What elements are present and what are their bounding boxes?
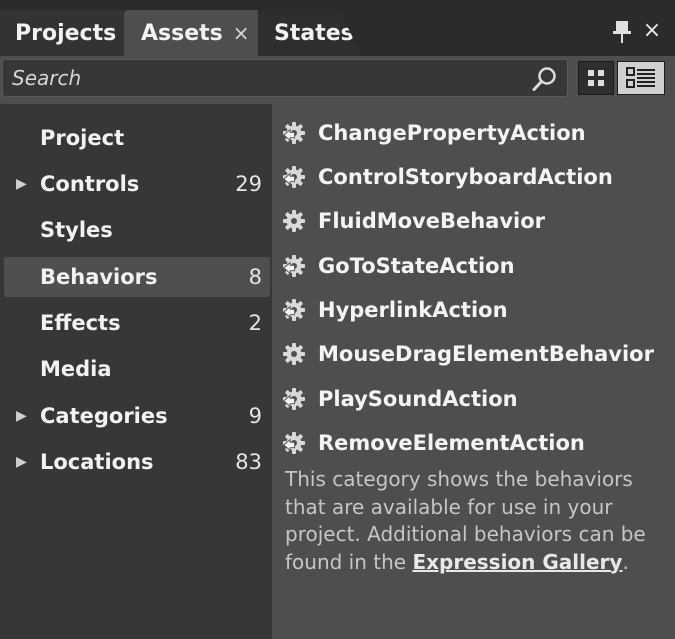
action-gear-icon <box>282 431 306 455</box>
category-count: 29 <box>235 172 262 196</box>
category-label: Controls <box>40 172 140 196</box>
search-input[interactable] <box>2 59 568 97</box>
category-count: 9 <box>248 404 262 428</box>
category-item-controls[interactable]: ▶ Controls 29 <box>4 164 270 204</box>
asset-item[interactable]: RemoveElementAction <box>282 426 585 460</box>
pin-icon[interactable] <box>612 20 632 44</box>
category-item-media[interactable]: Media <box>4 349 270 389</box>
list-view-icon <box>626 67 655 88</box>
category-list: Project ▶ Controls 29 Styles Behaviors 8… <box>0 104 272 639</box>
category-label: Effects <box>40 311 121 335</box>
category-label: Behaviors <box>40 265 158 289</box>
tab-projects-label: Projects <box>15 20 117 46</box>
tab-assets-label: Assets <box>141 20 223 46</box>
tab-projects[interactable]: Projects <box>0 10 124 56</box>
asset-label: GoToStateAction <box>318 254 515 278</box>
tab-states-label: States <box>274 20 354 46</box>
category-label: Media <box>40 357 112 381</box>
expand-arrow-icon[interactable]: ▶ <box>16 454 27 470</box>
action-gear-icon <box>282 387 306 411</box>
grid-view-button[interactable] <box>578 61 614 95</box>
category-label: Locations <box>40 450 154 474</box>
asset-item[interactable]: MouseDragElementBehavior <box>282 337 654 371</box>
behavior-gear-icon <box>283 343 305 365</box>
category-label: Categories <box>40 404 168 428</box>
category-item-categories[interactable]: ▶ Categories 9 <box>4 396 270 436</box>
category-item-project[interactable]: Project <box>4 118 270 158</box>
category-count: 2 <box>248 311 262 335</box>
category-item-locations[interactable]: ▶ Locations 83 <box>4 442 270 482</box>
asset-label: MouseDragElementBehavior <box>318 342 654 366</box>
category-label: Styles <box>40 218 113 242</box>
expand-arrow-icon[interactable]: ▶ <box>16 176 27 192</box>
asset-label: RemoveElementAction <box>318 431 585 455</box>
category-count: 8 <box>248 265 262 289</box>
asset-item[interactable]: PlaySoundAction <box>282 382 518 416</box>
category-item-styles[interactable]: Styles <box>4 210 270 250</box>
asset-item[interactable]: FluidMoveBehavior <box>282 204 545 238</box>
action-gear-icon <box>282 165 306 189</box>
asset-item[interactable]: GoToStateAction <box>282 249 515 283</box>
action-gear-icon <box>282 254 306 278</box>
asset-label: PlaySoundAction <box>318 387 518 411</box>
category-description: This category shows the behaviors that a… <box>285 466 667 576</box>
asset-list: ChangePropertyAction ControlStoryboardAc… <box>272 104 675 639</box>
category-item-effects[interactable]: Effects 2 <box>4 303 270 343</box>
assets-panel: Projects Assets × States × Search Projec… <box>0 0 675 639</box>
asset-label: ChangePropertyAction <box>318 121 586 145</box>
list-view-button[interactable] <box>617 61 665 95</box>
search-icon[interactable] <box>532 66 558 92</box>
asset-item[interactable]: ControlStoryboardAction <box>282 160 613 194</box>
behavior-gear-icon <box>283 210 305 232</box>
action-gear-icon <box>282 121 306 145</box>
asset-label: HyperlinkAction <box>318 298 508 322</box>
description-end: . <box>622 549 629 574</box>
asset-label: FluidMoveBehavior <box>318 209 546 233</box>
asset-item[interactable]: HyperlinkAction <box>282 293 508 327</box>
tab-close-icon[interactable]: × <box>233 21 250 45</box>
asset-item[interactable]: ChangePropertyAction <box>282 116 586 150</box>
grid-view-icon <box>588 70 604 86</box>
category-label: Project <box>40 126 125 150</box>
panel-close-icon[interactable]: × <box>640 18 664 44</box>
category-count: 83 <box>235 450 262 474</box>
category-item-behaviors[interactable]: Behaviors 8 <box>4 257 270 297</box>
tab-states[interactable]: States <box>258 10 362 56</box>
tab-assets[interactable]: Assets × <box>124 10 262 56</box>
asset-label: ControlStoryboardAction <box>318 165 613 189</box>
search-bar <box>0 56 675 104</box>
expression-gallery-link[interactable]: Expression Gallery <box>412 550 622 574</box>
expand-arrow-icon[interactable]: ▶ <box>16 408 27 424</box>
action-gear-icon <box>282 298 306 322</box>
tab-strip: Projects Assets × States × <box>0 0 675 56</box>
